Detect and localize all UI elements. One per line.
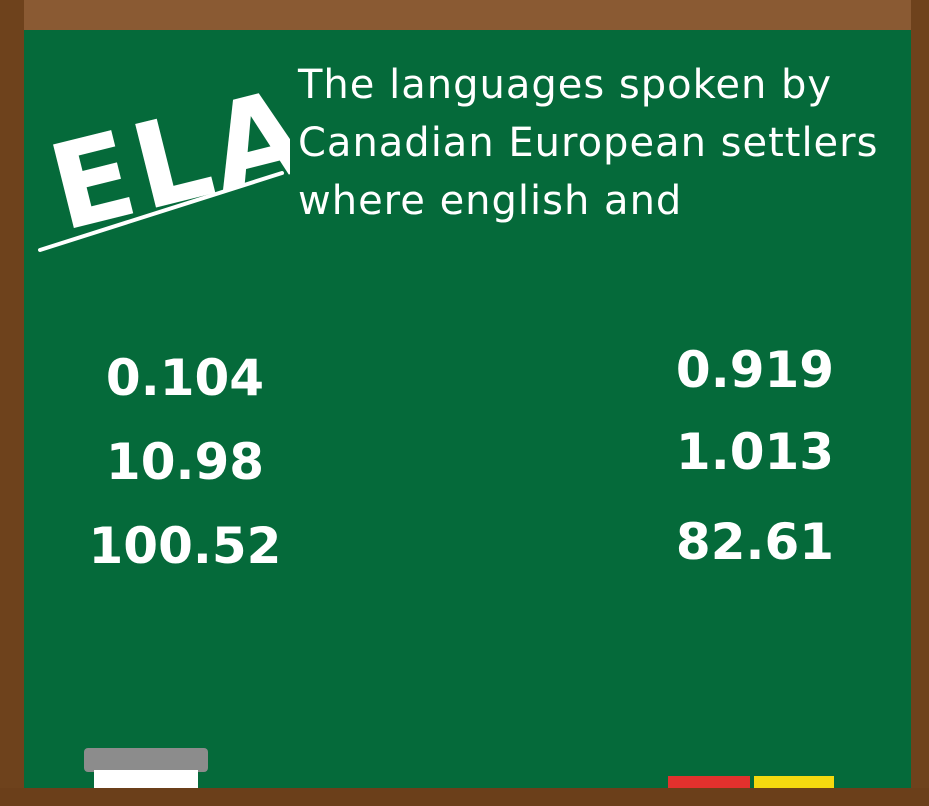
prompt-line-3: where english and	[298, 178, 683, 224]
answer-option[interactable]: 0.104	[60, 348, 310, 408]
answer-option[interactable]: 0.919	[630, 340, 880, 400]
chalk-icon	[668, 776, 750, 788]
frame-left	[0, 0, 24, 806]
frame-bottom	[0, 788, 929, 806]
prompt-line-1: The languages spoken by	[298, 62, 833, 108]
frame-right	[911, 0, 929, 806]
prompt-line-2: Canadian European settlers	[298, 120, 879, 166]
eraser-felt	[94, 770, 198, 788]
answer-option[interactable]: 10.98	[60, 432, 310, 492]
question-prompt: The languages spoken by Canadian Europea…	[298, 56, 908, 230]
answer-option[interactable]: 1.013	[630, 422, 880, 482]
answer-option[interactable]: 82.61	[630, 512, 880, 572]
ela-logo: ELA	[37, 61, 290, 258]
ela-logo-text: ELA	[37, 61, 290, 258]
chalk-icon	[754, 776, 834, 788]
frame-top	[0, 0, 929, 30]
eraser-icon	[84, 748, 208, 772]
answer-option[interactable]: 100.52	[60, 516, 310, 576]
